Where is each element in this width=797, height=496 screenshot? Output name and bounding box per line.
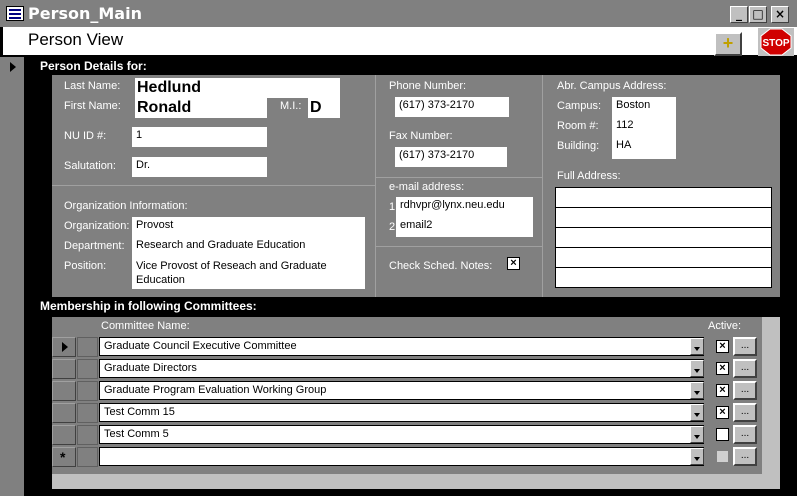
- organization-info-heading: Organization Information:: [64, 200, 188, 212]
- email-heading: e-mail address:: [389, 181, 465, 193]
- committee-details-button[interactable]: ...: [733, 403, 757, 422]
- row-spacer: [77, 337, 98, 357]
- committee-name-combo[interactable]: Graduate Directors: [99, 359, 704, 378]
- position-field[interactable]: Vice Provost of Reseach and Graduate Edu…: [132, 257, 365, 289]
- row-spacer: [77, 359, 98, 379]
- dropdown-arrow-icon[interactable]: [690, 448, 704, 465]
- plus-icon: +: [722, 33, 734, 53]
- middle-initial-field[interactable]: D: [308, 98, 340, 118]
- committee-name-column-header: Committee Name:: [101, 320, 190, 332]
- active-checkbox[interactable]: ×: [716, 406, 729, 419]
- row-spacer: [77, 447, 98, 467]
- department-label: Department:: [64, 240, 125, 252]
- committee-name-combo[interactable]: Graduate Council Executive Committee: [99, 337, 704, 356]
- check-sched-notes-checkbox[interactable]: ×: [507, 257, 520, 270]
- dropdown-arrow-icon[interactable]: [690, 360, 704, 377]
- check-sched-notes-label: Check Sched. Notes:: [389, 260, 493, 272]
- room-field[interactable]: 112: [612, 117, 676, 137]
- app-icon[interactable]: [6, 6, 24, 21]
- email2-number: 2: [389, 221, 396, 233]
- first-name-label: First Name:: [64, 100, 121, 112]
- active-checkbox[interactable]: ×: [716, 384, 729, 397]
- email2-field[interactable]: email2: [396, 217, 533, 237]
- record-selector[interactable]: [0, 57, 26, 496]
- building-field[interactable]: HA: [612, 137, 676, 157]
- active-checkbox[interactable]: [716, 428, 729, 441]
- committee-details-button[interactable]: ...: [733, 425, 757, 444]
- vertical-scrollbar[interactable]: [762, 317, 780, 489]
- page-title: Person View: [28, 30, 124, 49]
- email1-number: 1: [389, 201, 396, 213]
- current-row-icon: [62, 342, 68, 352]
- dropdown-arrow-icon[interactable]: [690, 426, 704, 443]
- minimize-button[interactable]: _: [730, 6, 748, 23]
- fax-field[interactable]: (617) 373-2170: [395, 147, 507, 167]
- horizontal-scrollbar[interactable]: [52, 473, 762, 489]
- committee-details-button[interactable]: ...: [733, 447, 757, 466]
- row-spacer: [77, 425, 98, 445]
- position-label: Position:: [64, 260, 107, 272]
- committee-name-combo[interactable]: Test Comm 15: [99, 403, 704, 422]
- active-checkbox[interactable]: ×: [716, 362, 729, 375]
- room-label: Room #:: [557, 120, 599, 132]
- row-spacer: [77, 381, 98, 401]
- campus-field[interactable]: Boston: [612, 97, 676, 117]
- current-record-icon: [10, 62, 16, 72]
- active-checkbox[interactable]: [716, 450, 729, 463]
- first-name-field[interactable]: Ronald: [135, 98, 267, 118]
- committee-details-button[interactable]: ...: [733, 359, 757, 378]
- close-button[interactable]: ×: [771, 6, 789, 23]
- full-address-field[interactable]: [555, 187, 772, 288]
- committees-heading: Membership in following Committees:: [40, 299, 257, 313]
- row-selector[interactable]: [52, 403, 76, 423]
- committee-name-combo[interactable]: Test Comm 5: [99, 425, 704, 444]
- dropdown-arrow-icon[interactable]: [690, 404, 704, 421]
- last-name-field[interactable]: Hedlund: [135, 78, 340, 98]
- window-title: Person_Main: [28, 4, 142, 23]
- active-column-header: Active:: [708, 320, 742, 332]
- phone-field[interactable]: (617) 373-2170: [395, 97, 509, 117]
- committee-name-combo[interactable]: Graduate Program Evaluation Working Grou…: [99, 381, 704, 400]
- row-selector[interactable]: [52, 381, 76, 401]
- active-checkbox[interactable]: ×: [716, 340, 729, 353]
- department-field[interactable]: Research and Graduate Education: [132, 237, 365, 257]
- committee-details-button[interactable]: ...: [733, 337, 757, 356]
- campus-label: Campus:: [557, 100, 602, 112]
- salutation-field[interactable]: Dr.: [132, 157, 267, 177]
- stop-label: STOP: [762, 38, 789, 49]
- building-label: Building:: [557, 140, 600, 152]
- committees-subform: Committee Name: Active: Graduate Council…: [52, 317, 780, 489]
- salutation-label: Salutation:: [64, 160, 116, 172]
- committee-name-combo[interactable]: [99, 447, 704, 466]
- organization-label: Organization:: [64, 220, 130, 232]
- form-header: Person View: [3, 27, 797, 57]
- add-record-button[interactable]: +: [714, 32, 742, 56]
- row-selector[interactable]: *: [52, 447, 76, 467]
- row-spacer: [77, 403, 98, 423]
- person-details-panel: Last Name: Hedlund First Name: Ronald M.…: [52, 75, 780, 297]
- middle-initial-label: M.I.:: [280, 100, 302, 112]
- email1-field[interactable]: rdhvpr@lynx.neu.edu: [396, 197, 533, 217]
- maximize-button[interactable]: □: [749, 6, 767, 23]
- dropdown-arrow-icon[interactable]: [690, 338, 704, 355]
- fax-label: Fax Number:: [389, 130, 453, 142]
- row-selector[interactable]: [52, 337, 76, 357]
- row-selector[interactable]: [52, 359, 76, 379]
- organization-field[interactable]: Provost: [132, 217, 365, 237]
- row-selector[interactable]: [52, 425, 76, 445]
- full-address-label: Full Address:: [557, 170, 621, 182]
- nuid-field[interactable]: 1: [132, 127, 267, 147]
- nuid-label: NU ID #:: [64, 130, 107, 142]
- new-row-marker: *: [60, 449, 66, 465]
- title-bar: Person_Main _ □ ×: [0, 0, 797, 27]
- stop-button[interactable]: STOP: [758, 28, 794, 56]
- last-name-label: Last Name:: [64, 80, 121, 92]
- phone-label: Phone Number:: [389, 80, 467, 92]
- person-details-heading: Person Details for:: [40, 59, 147, 73]
- dropdown-arrow-icon[interactable]: [690, 382, 704, 399]
- committee-details-button[interactable]: ...: [733, 381, 757, 400]
- campus-address-heading: Abr. Campus Address:: [557, 80, 667, 92]
